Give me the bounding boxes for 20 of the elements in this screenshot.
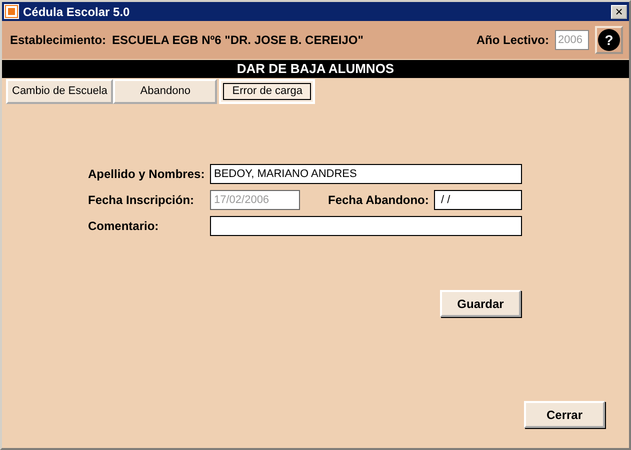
tab[interactable]: Abandono xyxy=(113,79,218,104)
field-label: Apellido y Nombres: xyxy=(88,166,206,183)
close-button[interactable]: Cerrar xyxy=(524,401,605,428)
banner-title: DAR DE BAJA ALUMNOS xyxy=(2,60,629,78)
tab[interactable]: Error de carga xyxy=(219,79,316,104)
tab[interactable]: Cambio de Escuela xyxy=(6,79,114,104)
comment-field[interactable] xyxy=(210,216,522,236)
help-button[interactable]: ? xyxy=(595,26,623,54)
field-label: Fecha Abandono: xyxy=(328,192,430,209)
app-logo-icon xyxy=(4,4,19,19)
save-button[interactable]: Guardar xyxy=(440,290,521,317)
date-field[interactable]: / / xyxy=(434,190,522,210)
school-label: Establecimiento: xyxy=(10,32,106,49)
window-title: Cédula Escolar 5.0 xyxy=(23,4,130,20)
name-field[interactable]: BEDOY, MARIANO ANDRES xyxy=(210,164,522,184)
year-label: Año Lectivo: xyxy=(476,32,549,49)
field-label: Fecha Inscripción: xyxy=(88,192,196,209)
school-name: ESCUELA EGB Nº6 "DR. JOSE B. CEREIJO" xyxy=(112,32,364,49)
close-button[interactable]: × xyxy=(611,4,627,18)
field-label: Comentario: xyxy=(88,218,160,235)
